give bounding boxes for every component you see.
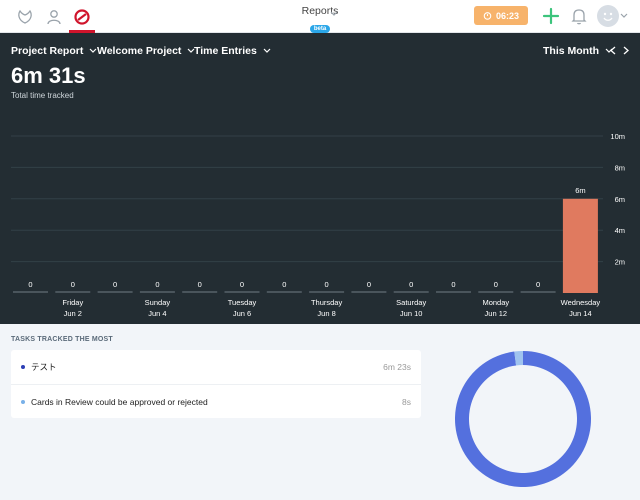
y-tick-label: 6m [615, 195, 625, 204]
x-tick-date-label: Jun 10 [400, 309, 423, 318]
bar-data-label: 0 [367, 280, 371, 289]
x-tick-day-label: Friday [62, 298, 83, 307]
beta-badge: beta [309, 25, 331, 33]
x-tick-day-label: Tuesday [228, 298, 257, 307]
tasks-donut-chart [455, 351, 591, 487]
x-tick-day-label: Thursday [311, 298, 343, 307]
bar [562, 198, 598, 293]
donut-slice [455, 351, 591, 487]
bar-data-label: 0 [409, 280, 413, 289]
bar-data-label: 6m [575, 186, 585, 195]
bar-data-label: 0 [155, 280, 159, 289]
x-tick-day-label: Sunday [145, 298, 171, 307]
bar [97, 291, 133, 293]
x-tick-date-label: Jun 2 [64, 309, 82, 318]
reports-nav-icon[interactable] [69, 4, 95, 30]
y-tick-label: 4m [615, 226, 625, 235]
bar [139, 291, 175, 293]
task-name: Cards in Review could be approved or rej… [31, 396, 208, 407]
x-tick-date-label: Jun 12 [485, 309, 508, 318]
x-tick-day-label: Wednesday [561, 298, 601, 307]
tasks-section-title: TASKS TRACKED THE MOST [11, 336, 113, 343]
bar [520, 291, 556, 293]
bar-data-label: 0 [240, 280, 244, 289]
bar [182, 291, 218, 293]
x-tick-day-label: Monday [482, 298, 509, 307]
list-item[interactable]: テスト 6m 23s [11, 350, 421, 384]
timer-nav-icon[interactable] [12, 4, 38, 30]
bar-data-label: 0 [451, 280, 455, 289]
bar-data-label: 0 [113, 280, 117, 289]
list-item[interactable]: Cards in Review could be approved or rej… [11, 384, 421, 418]
bar-data-label: 0 [494, 280, 498, 289]
bar [224, 291, 260, 293]
smiley-icon [603, 12, 613, 21]
task-color-dot [21, 365, 25, 369]
avatar-chevron-icon[interactable] [620, 13, 628, 19]
bar [55, 291, 91, 293]
y-tick-label: 2m [615, 258, 625, 267]
tasks-list: テスト 6m 23s Cards in Review could be appr… [11, 350, 421, 418]
top-bar: Reports beta 06:23 [0, 0, 640, 33]
bell-icon[interactable] [570, 6, 588, 26]
bar [478, 291, 514, 293]
bar [351, 291, 387, 293]
bar-data-label: 0 [282, 280, 286, 289]
x-tick-day-label: Saturday [396, 298, 426, 307]
y-tick-label: 8m [615, 163, 625, 172]
bar [436, 291, 471, 293]
people-nav-icon[interactable] [41, 4, 67, 30]
task-name: テスト [31, 362, 57, 372]
bar-data-label: 0 [325, 280, 329, 289]
plus-icon[interactable] [541, 6, 561, 26]
x-tick-date-label: Jun 4 [148, 309, 166, 318]
time-bar-chart: 2m 4m 6m 8m 10m 0 0 Friday Jun 2 0 0 Sunday Jun 4 0 0 T… [11, 132, 625, 318]
bar-data-label: 0 [71, 280, 75, 289]
task-time: 6m 23s [383, 362, 411, 372]
bar-data-label: 0 [536, 280, 540, 289]
bar [309, 291, 345, 293]
timer-button[interactable]: 06:23 [474, 6, 528, 25]
task-color-dot [21, 399, 25, 404]
x-tick-date-label: Jun 14 [569, 309, 592, 318]
page-title-dropdown[interactable]: Reports beta [290, 5, 350, 35]
bar-data-label: 0 [28, 280, 32, 289]
page-title: Reports [301, 5, 339, 17]
x-tick-date-label: Jun 6 [233, 309, 251, 318]
x-tick-date-label: Jun 8 [317, 309, 335, 318]
bar-data-label: 0 [198, 280, 202, 289]
stopwatch-icon [483, 12, 492, 20]
bar [266, 291, 302, 293]
task-time: 8s [402, 396, 411, 407]
avatar[interactable] [597, 5, 619, 27]
timer-value: 06:23 [495, 10, 520, 21]
bar [13, 291, 48, 293]
bar [393, 291, 429, 293]
chevron-down-icon[interactable] [330, 11, 338, 17]
y-tick-label: 10m [610, 132, 625, 141]
